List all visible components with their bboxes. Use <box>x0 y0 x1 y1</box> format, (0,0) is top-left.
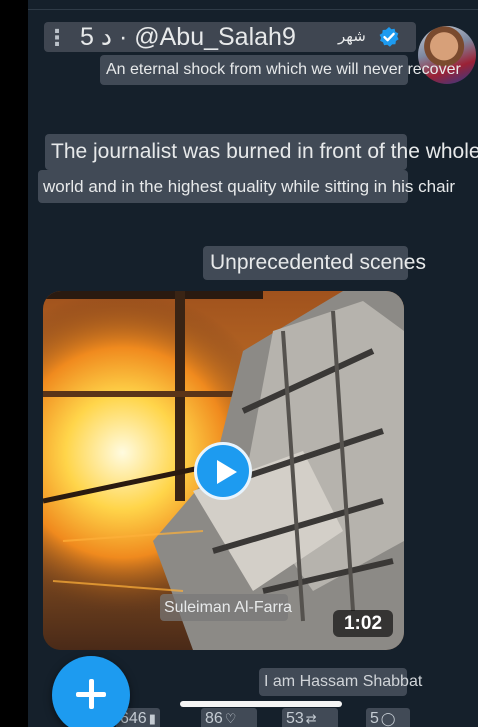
tweet-meta[interactable]: 5 د · @Abu_Salah9 <box>80 22 296 52</box>
views-icon: ▮ <box>148 711 156 726</box>
verified-badge-icon <box>379 27 399 47</box>
more-options-icon[interactable]: ⋮ <box>46 24 68 52</box>
plus-icon-stroke <box>88 679 94 709</box>
play-icon <box>217 460 237 484</box>
retweet-button[interactable]: 53 ⇄ <box>282 708 338 727</box>
video-duration: 1:02 <box>333 610 393 637</box>
retweet-icon: ⇄ <box>305 711 317 726</box>
replies-count: 5 <box>370 710 379 727</box>
reply-icon: ◯ <box>380 711 396 726</box>
heart-icon: ♡ <box>224 711 237 726</box>
like-button[interactable]: 86 ♡ <box>201 708 257 727</box>
compose-button[interactable] <box>52 656 130 727</box>
tweet-text-line: Unprecedented scenes <box>203 246 426 280</box>
tweet-time: 5 د <box>80 23 112 51</box>
divider <box>28 9 478 10</box>
tweet-text-line: The journalist was burned in front of th… <box>45 134 478 170</box>
tweet-text-line: world and in the highest quality while s… <box>38 170 455 203</box>
play-button[interactable] <box>194 442 252 500</box>
user-handle[interactable]: @Abu_Salah9 <box>134 23 296 51</box>
separator-dot: · <box>118 23 135 51</box>
home-indicator[interactable] <box>180 701 342 707</box>
footer-caption: I am Hassam Shabbat <box>259 668 422 696</box>
tweet-text-line: An eternal shock from which we will neve… <box>100 55 461 85</box>
left-edge <box>0 0 28 727</box>
retweets-count: 53 <box>286 710 304 727</box>
reply-button[interactable]: 5 ◯ <box>366 708 410 727</box>
likes-count: 86 <box>205 710 223 727</box>
display-name[interactable]: شهر <box>338 26 366 48</box>
video-caption: Suleiman Al-Farra <box>160 594 292 621</box>
